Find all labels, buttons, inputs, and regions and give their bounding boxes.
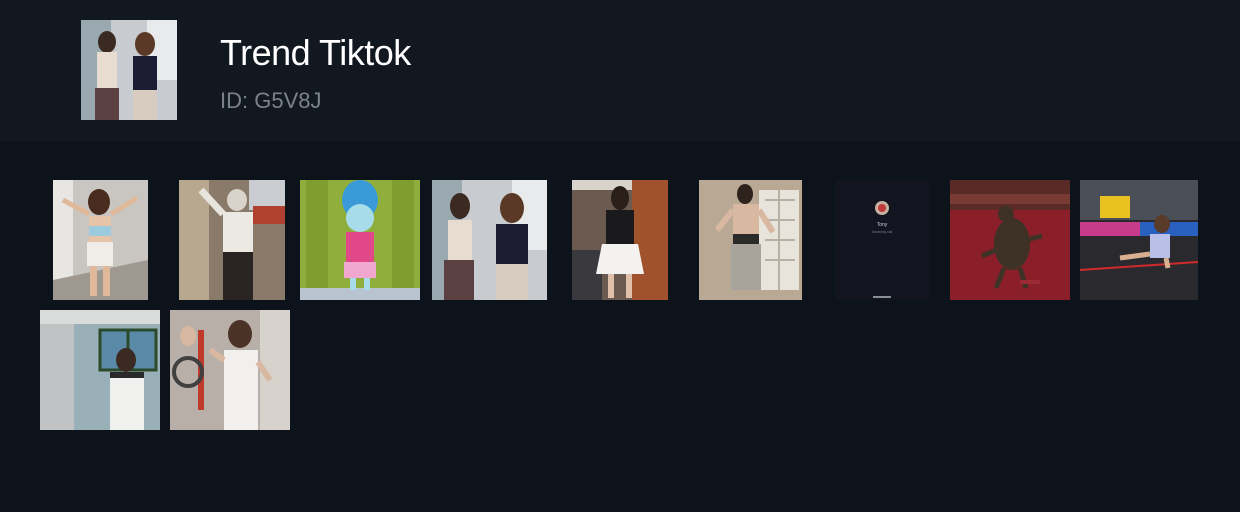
video-thumbnail-9[interactable] bbox=[1080, 180, 1198, 300]
video-thumbnail-3[interactable] bbox=[300, 180, 420, 300]
video-thumbnail-6[interactable] bbox=[699, 180, 802, 300]
dog-red-carpet-icon bbox=[950, 180, 1070, 300]
video-thumbnail-two-dancers-icon bbox=[81, 20, 177, 120]
call-subtitle: Incoming call bbox=[872, 230, 893, 234]
video-thumbnail-11[interactable] bbox=[170, 310, 290, 430]
phone-call-icon: Tony Incoming call bbox=[835, 180, 929, 300]
playlist-id: ID: G5V8J bbox=[220, 88, 322, 113]
video-thumbnail-8[interactable] bbox=[950, 180, 1070, 300]
playlist-title: Trend Tiktok bbox=[220, 32, 411, 73]
video-thumbnail-1[interactable] bbox=[53, 180, 148, 300]
video-thumbnail-10[interactable] bbox=[40, 310, 160, 430]
girl-posing-icon bbox=[53, 180, 148, 300]
video-thumbnail-7[interactable]: Tony Incoming call bbox=[835, 180, 929, 300]
girl-garage-icon bbox=[572, 180, 668, 300]
cartoon-character-icon bbox=[300, 180, 420, 300]
kid-trampoline-icon bbox=[1080, 180, 1198, 300]
playlist-header: Trend Tiktok ID: G5V8J bbox=[0, 0, 1240, 141]
playlist-cover-thumbnail[interactable] bbox=[81, 20, 177, 120]
man-dancing-icon bbox=[699, 180, 802, 300]
video-thumbnail-5[interactable] bbox=[572, 180, 668, 300]
caller-name: Tony bbox=[877, 222, 888, 228]
grandma-dancing-icon bbox=[179, 180, 285, 300]
chef-icon bbox=[40, 310, 160, 430]
two-dancers-icon bbox=[432, 180, 547, 300]
video-thumbnail-4[interactable] bbox=[432, 180, 547, 300]
video-thumbnail-2[interactable] bbox=[179, 180, 285, 300]
man-apron-icon bbox=[170, 310, 290, 430]
